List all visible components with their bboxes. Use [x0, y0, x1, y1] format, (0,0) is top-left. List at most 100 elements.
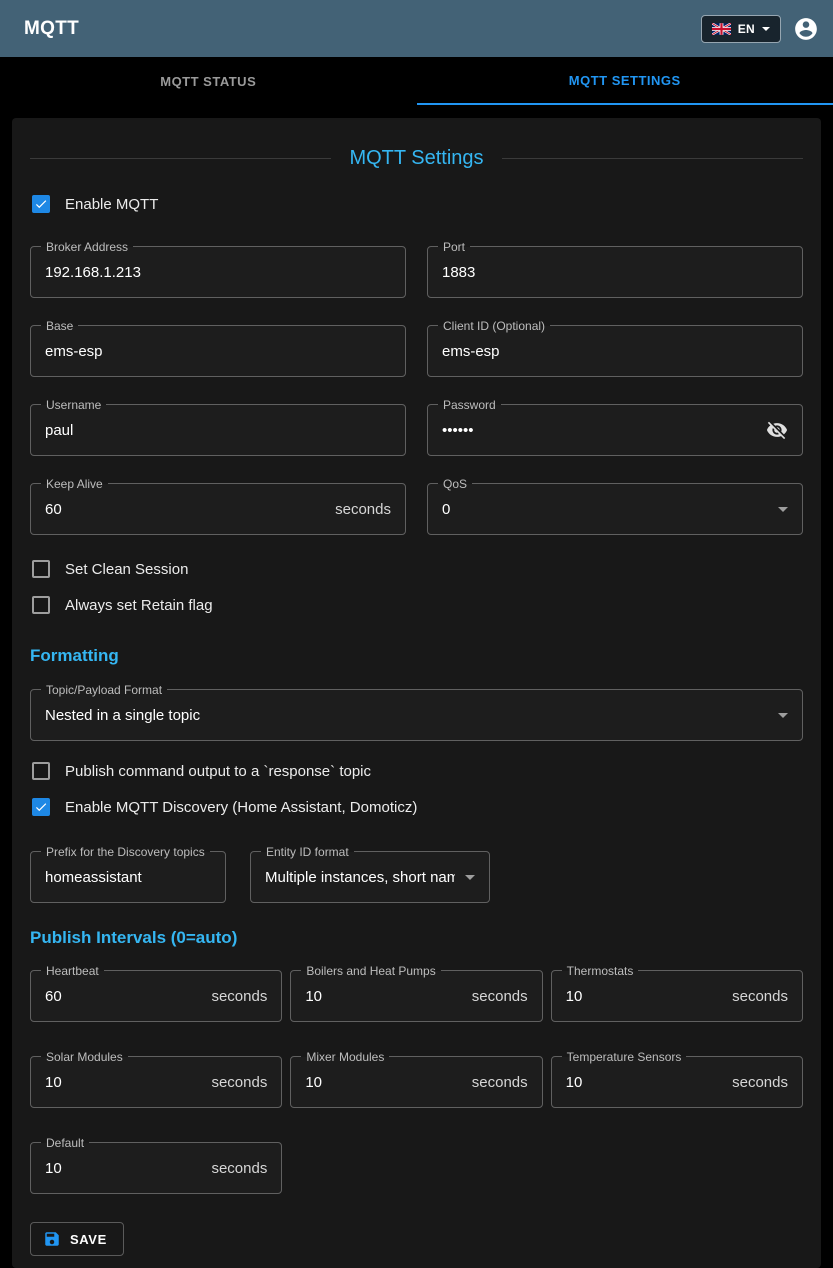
dropdown-arrow-icon [778, 507, 788, 512]
uk-flag-icon [712, 23, 731, 35]
checkmark-icon [34, 197, 48, 211]
page-title-divider: MQTT Settings [30, 144, 803, 172]
solar-interval-field[interactable]: Solar Modules 10 seconds [30, 1056, 282, 1108]
field-label: Temperature Sensors [562, 1049, 687, 1065]
discovery-prefix-field[interactable]: Prefix for the Discovery topics homeassi… [30, 851, 226, 903]
field-value: 1883 [442, 264, 788, 281]
field-value: paul [45, 422, 391, 439]
field-label: Entity ID format [261, 844, 354, 860]
checkbox-label: Enable MQTT [65, 196, 158, 213]
field-label: Prefix for the Discovery topics [41, 844, 210, 860]
broker-address-field[interactable]: Broker Address 192.168.1.213 [30, 246, 406, 298]
field-value: 10 [45, 1074, 203, 1091]
boilers-interval-field[interactable]: Boilers and Heat Pumps 10 seconds [290, 970, 542, 1022]
heartbeat-interval-field[interactable]: Heartbeat 60 seconds [30, 970, 282, 1022]
field-value: 60 [45, 501, 327, 518]
save-button[interactable]: SAVE [30, 1222, 124, 1256]
field-label: Mixer Modules [301, 1049, 389, 1065]
app-title: MQTT [24, 18, 79, 40]
clean-session-checkbox[interactable] [32, 560, 50, 578]
publish-response-checkbox[interactable] [32, 762, 50, 780]
temperature-sensors-interval-field[interactable]: Temperature Sensors 10 seconds [551, 1056, 803, 1108]
password-field[interactable]: Password •••••• [427, 404, 803, 456]
checkbox-label: Always set Retain flag [65, 597, 213, 614]
save-label: SAVE [70, 1232, 107, 1247]
tab-mqtt-settings[interactable]: MQTT SETTINGS [417, 57, 833, 105]
enable-mqtt-checkbox-row[interactable]: Enable MQTT [32, 186, 803, 222]
field-label: Topic/Payload Format [41, 682, 167, 698]
field-value: 10 [566, 988, 724, 1005]
connection-fields-grid: Broker Address 192.168.1.213 Port 1883 B… [30, 246, 803, 535]
field-value: Nested in a single topic [45, 707, 768, 724]
field-suffix: seconds [472, 1074, 528, 1091]
field-value: ems-esp [442, 343, 788, 360]
field-value: •••••• [442, 422, 758, 439]
tab-mqtt-status[interactable]: MQTT STATUS [0, 57, 417, 105]
tab-bar: MQTT STATUS MQTT SETTINGS [0, 57, 833, 105]
field-label: QoS [438, 476, 472, 492]
keep-alive-field[interactable]: Keep Alive 60 seconds [30, 483, 406, 535]
port-field[interactable]: Port 1883 [427, 246, 803, 298]
account-circle-icon [793, 16, 819, 42]
field-value: homeassistant [45, 869, 211, 886]
username-field[interactable]: Username paul [30, 404, 406, 456]
save-icon [43, 1230, 61, 1248]
field-value: 60 [45, 988, 203, 1005]
field-label: Password [438, 397, 501, 413]
field-suffix: seconds [732, 1074, 788, 1091]
language-selector-button[interactable]: EN [701, 15, 781, 43]
clean-session-checkbox-row[interactable]: Set Clean Session [32, 551, 803, 587]
field-label: Port [438, 239, 470, 255]
chevron-down-icon [762, 27, 770, 31]
retain-flag-checkbox-row[interactable]: Always set Retain flag [32, 587, 803, 623]
publish-response-checkbox-row[interactable]: Publish command output to a `response` t… [32, 753, 803, 789]
mqtt-discovery-checkbox[interactable] [32, 798, 50, 816]
base-field[interactable]: Base ems-esp [30, 325, 406, 377]
field-label: Username [41, 397, 106, 413]
field-label: Solar Modules [41, 1049, 128, 1065]
field-label: Heartbeat [41, 963, 104, 979]
account-button[interactable] [793, 16, 819, 42]
field-label: Default [41, 1135, 89, 1151]
enable-mqtt-checkbox[interactable] [32, 195, 50, 213]
entity-id-format-select[interactable]: Entity ID format Multiple instances, sho… [250, 851, 490, 903]
retain-flag-checkbox[interactable] [32, 596, 50, 614]
client-id-field[interactable]: Client ID (Optional) ems-esp [427, 325, 803, 377]
discovery-fields-row: Prefix for the Discovery topics homeassi… [30, 851, 803, 903]
field-value: 10 [45, 1160, 203, 1177]
field-value: 10 [566, 1074, 724, 1091]
formatting-heading: Formatting [30, 645, 803, 667]
app-header: MQTT EN [0, 0, 833, 57]
field-label: Client ID (Optional) [438, 318, 550, 334]
field-suffix: seconds [472, 988, 528, 1005]
language-label: EN [738, 22, 755, 36]
qos-select[interactable]: QoS 0 [427, 483, 803, 535]
mqtt-discovery-checkbox-row[interactable]: Enable MQTT Discovery (Home Assistant, D… [32, 789, 803, 825]
field-value: 10 [305, 988, 463, 1005]
field-value: Multiple instances, short name [265, 869, 455, 886]
dropdown-arrow-icon [778, 713, 788, 718]
visibility-off-icon[interactable] [766, 419, 788, 441]
checkbox-label: Set Clean Session [65, 561, 188, 578]
page-title: MQTT Settings [349, 144, 483, 172]
publish-intervals-grid: Heartbeat 60 seconds Boilers and Heat Pu… [30, 970, 803, 1194]
mqtt-settings-card: MQTT Settings Enable MQTT Broker Address… [12, 118, 821, 1268]
divider-line [502, 158, 803, 159]
field-suffix: seconds [732, 988, 788, 1005]
checkbox-label: Publish command output to a `response` t… [65, 763, 371, 780]
field-label: Thermostats [562, 963, 639, 979]
field-suffix: seconds [211, 1074, 267, 1091]
field-label: Keep Alive [41, 476, 108, 492]
field-label: Broker Address [41, 239, 133, 255]
field-value: ems-esp [45, 343, 391, 360]
mixer-interval-field[interactable]: Mixer Modules 10 seconds [290, 1056, 542, 1108]
field-value: 192.168.1.213 [45, 264, 391, 281]
default-interval-field[interactable]: Default 10 seconds [30, 1142, 282, 1194]
field-label: Boilers and Heat Pumps [301, 963, 440, 979]
checkbox-label: Enable MQTT Discovery (Home Assistant, D… [65, 799, 417, 816]
field-label: Base [41, 318, 78, 334]
field-value: 0 [442, 501, 768, 518]
checkmark-icon [34, 800, 48, 814]
topic-payload-format-select[interactable]: Topic/Payload Format Nested in a single … [30, 689, 803, 741]
thermostats-interval-field[interactable]: Thermostats 10 seconds [551, 970, 803, 1022]
